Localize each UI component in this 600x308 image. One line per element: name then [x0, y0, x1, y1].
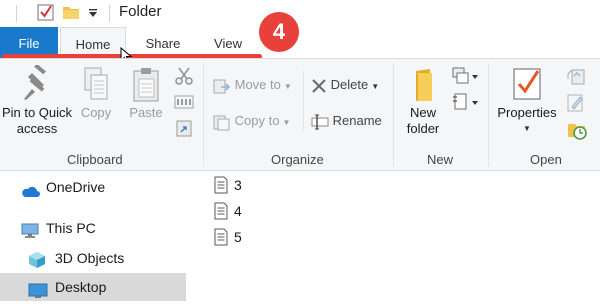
copy-path-icon[interactable] [174, 95, 194, 114]
new-group-label: New [427, 152, 454, 167]
onedrive-cloud-icon [20, 179, 40, 207]
rename-icon [311, 113, 329, 130]
group-separator [203, 63, 204, 167]
delete-label: Delete [330, 77, 369, 92]
text-file-icon [214, 202, 228, 227]
chevron-down-icon: ▼ [283, 82, 292, 91]
pin-to-quick-access-button[interactable]: Pin to Quick access [0, 63, 74, 137]
copy-label: Copy [80, 105, 112, 120]
paste-button[interactable]: Paste [122, 65, 170, 121]
title-bar: Folder [0, 0, 600, 28]
open-group-label: Open [530, 152, 562, 167]
pin-label-line2: access [16, 121, 58, 136]
navigation-pane: OneDrive This PC 3D Objects Desktop [0, 171, 186, 301]
copy-to-label: Copy to [234, 113, 280, 128]
checkbox-properties-icon[interactable] [37, 3, 55, 26]
properties-label: Properties [497, 105, 557, 120]
dropdown-arrow-icon[interactable] [88, 6, 98, 24]
open-icon[interactable] [566, 67, 586, 92]
window-title: Folder [119, 3, 162, 20]
properties-button[interactable]: Properties ▼ [494, 65, 560, 137]
nav-item-label: This PC [46, 220, 96, 236]
nav-item-3d-objects[interactable]: 3D Objects [0, 244, 186, 272]
new-folder-label-line2: folder [406, 121, 440, 136]
new-folder-label-line1: New [409, 105, 436, 120]
text-file-icon [214, 228, 228, 253]
history-icon[interactable] [566, 119, 588, 146]
chevron-down-icon: ▼ [282, 118, 291, 127]
delete-button[interactable]: Delete ▼ [311, 75, 379, 95]
nav-item-desktop[interactable]: Desktop [0, 273, 186, 301]
title-separator [16, 5, 17, 22]
rename-button[interactable]: Rename [311, 111, 382, 131]
file-name: 3 [234, 177, 242, 193]
file-list: 3 4 5 [186, 171, 600, 300]
move-to-icon [213, 77, 231, 94]
chevron-down-icon: ▼ [523, 124, 531, 133]
delete-x-icon [311, 77, 327, 93]
copy-to-button[interactable]: Copy to ▼ [213, 111, 290, 131]
paste-label: Paste [129, 105, 163, 120]
copy-icon [76, 65, 116, 105]
clipboard-group-label: Clipboard [67, 152, 123, 167]
copy-to-icon [213, 113, 231, 131]
pushpin-icon [0, 63, 74, 105]
nav-item-onedrive[interactable]: OneDrive [0, 173, 186, 201]
new-item-icon[interactable] [451, 67, 479, 90]
nav-item-label: 3D Objects [55, 250, 125, 266]
clipboard-paste-icon [122, 65, 170, 105]
edit-icon[interactable] [566, 93, 586, 118]
nav-item-this-pc[interactable]: This PC [0, 214, 186, 242]
step-number-badge: 4 [259, 12, 299, 52]
pin-label-line1: Pin to Quick [1, 105, 73, 120]
file-name: 5 [234, 229, 242, 245]
group-separator [393, 63, 394, 167]
title-separator [109, 5, 110, 22]
cut-icon[interactable] [175, 66, 193, 91]
group-separator [303, 71, 304, 131]
copy-button[interactable]: Copy [76, 65, 116, 121]
text-file-icon [214, 176, 228, 201]
easy-access-icon[interactable] [451, 93, 479, 116]
nav-item-label: OneDrive [46, 179, 106, 195]
chevron-down-icon: ▼ [371, 82, 380, 91]
move-to-button[interactable]: Move to ▼ [213, 75, 292, 95]
rename-label: Rename [332, 113, 382, 128]
file-name: 4 [234, 203, 242, 219]
ribbon: Pin to Quick access Copy Paste Clipboard… [0, 58, 600, 171]
new-folder-button[interactable]: New folder [400, 65, 446, 137]
nav-item-label: Desktop [55, 279, 107, 295]
organize-group-label: Organize [271, 152, 324, 167]
new-folder-icon [400, 65, 446, 105]
properties-check-icon [494, 65, 560, 105]
desktop-icon [28, 280, 48, 308]
group-separator [488, 63, 489, 167]
folder-icon[interactable] [62, 3, 80, 26]
paste-shortcut-icon[interactable] [176, 119, 192, 142]
move-to-label: Move to [234, 77, 281, 92]
